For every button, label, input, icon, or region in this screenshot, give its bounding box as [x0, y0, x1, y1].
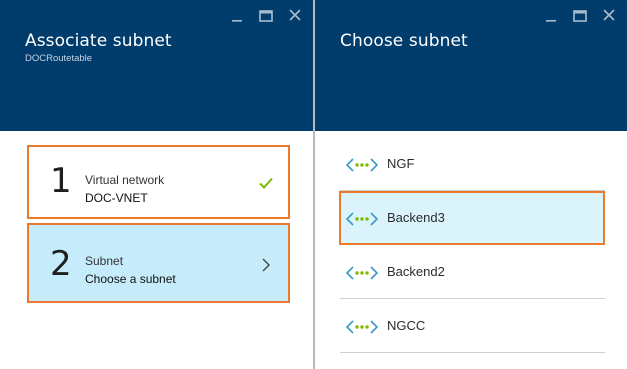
subnet-icon	[345, 158, 379, 177]
subnet-name: NGCC	[387, 318, 426, 333]
chevron-right-icon	[261, 257, 271, 278]
associate-subnet-blade: Associate subnet DOCRoutetable 1 Virtual…	[0, 0, 313, 369]
step-label: Subnet	[85, 254, 124, 268]
window-controls	[532, 8, 619, 24]
subnet-name: NGF	[387, 156, 415, 171]
subnet-icon	[345, 266, 379, 285]
subnet-item-backend3[interactable]: Backend3	[339, 191, 605, 245]
subnet-item-ngcc[interactable]: NGCC	[340, 299, 605, 353]
step-label: Virtual network	[85, 173, 165, 187]
maximize-icon[interactable]	[256, 8, 276, 24]
step-number: 2	[50, 244, 72, 284]
subnet-name: Backend2	[387, 264, 445, 279]
step-value: DOC-VNET	[85, 191, 148, 205]
close-icon[interactable]	[285, 8, 305, 24]
blade-header: Choose subnet	[315, 0, 627, 131]
subnet-icon	[345, 320, 379, 339]
blade-header: Associate subnet DOCRoutetable	[0, 0, 313, 131]
step-number: 1	[50, 161, 72, 201]
checkmark-icon	[258, 176, 274, 195]
step-subnet[interactable]: 2 Subnet Choose a subnet	[27, 223, 290, 303]
subnet-icon	[345, 212, 379, 231]
blade-title: Choose subnet	[340, 31, 468, 51]
subnet-item-backend2[interactable]: Backend2	[340, 245, 605, 299]
maximize-icon[interactable]	[570, 8, 590, 24]
minimize-icon[interactable]	[227, 8, 247, 24]
subnet-name: Backend3	[387, 210, 445, 225]
step-virtual-network[interactable]: 1 Virtual network DOC-VNET	[27, 145, 290, 219]
window-controls	[218, 8, 305, 24]
step-value: Choose a subnet	[85, 272, 176, 286]
blade-subtitle: DOCRoutetable	[25, 53, 93, 64]
close-icon[interactable]	[599, 8, 619, 24]
blade-title: Associate subnet	[25, 31, 172, 51]
minimize-icon[interactable]	[541, 8, 561, 24]
choose-subnet-blade: Choose subnet NGF Backend3 Backend2 NGCC	[315, 0, 627, 369]
subnet-list: NGF Backend3 Backend2 NGCC	[339, 137, 605, 353]
subnet-item-ngf[interactable]: NGF	[340, 137, 605, 191]
